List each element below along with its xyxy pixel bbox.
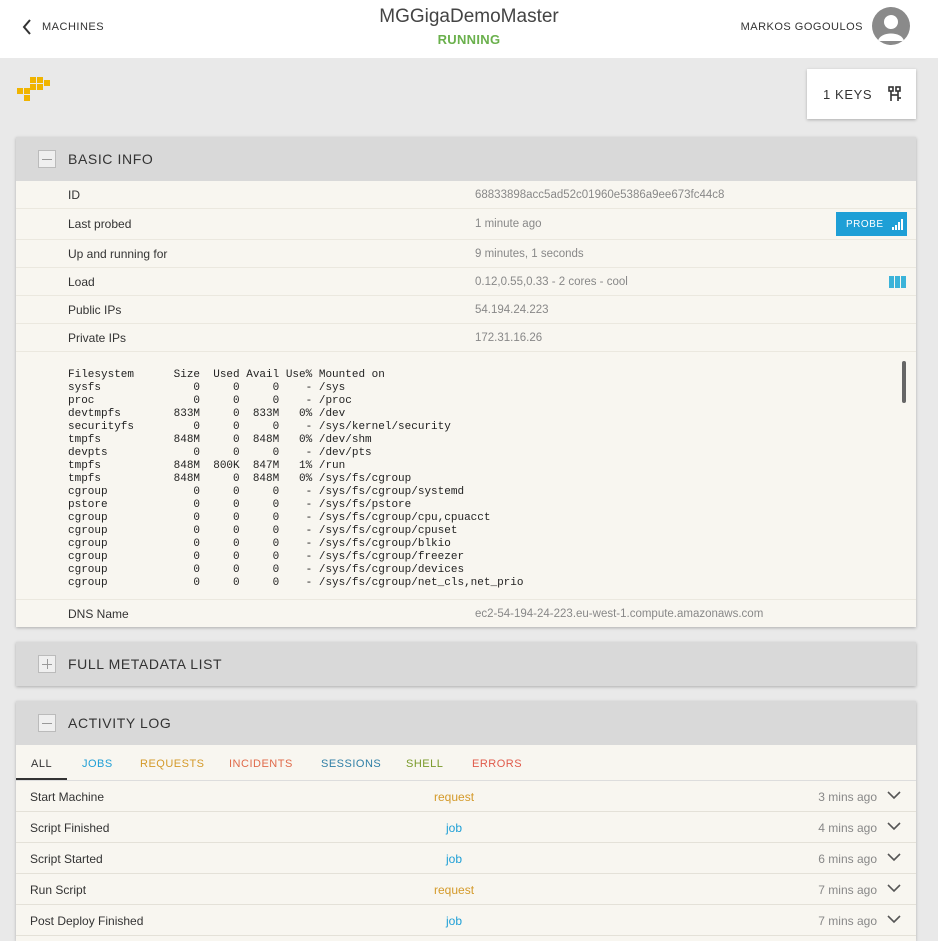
info-key: Private IPs bbox=[68, 330, 127, 345]
basic-info-title: BASIC INFO bbox=[68, 151, 154, 167]
log-time: 4 mins ago bbox=[818, 821, 877, 835]
info-value: 68833898acc5ad52c01960e5386a9ee673fc44c8 bbox=[475, 188, 725, 201]
collapse-icon[interactable] bbox=[38, 150, 56, 168]
keys-label: 1 KEYS bbox=[823, 86, 873, 102]
info-key: Load bbox=[68, 274, 95, 289]
top-bar: MACHINES MGGigaDemoMaster RUNNING MARKOS… bbox=[0, 0, 938, 58]
df-line: cgroup 0 0 0 - /sys/fs/cgroup/blkio bbox=[68, 538, 451, 550]
info-row-private-ips: Private IPs 172.31.16.26 bbox=[16, 324, 916, 352]
df-line: cgroup 0 0 0 - /sys/fs/cgroup/devices bbox=[68, 564, 465, 576]
info-row-load: Load 0.12,0.55,0.33 - 2 cores - cool bbox=[16, 268, 916, 296]
log-name: Script Started bbox=[30, 852, 103, 866]
df-line: cgroup 0 0 0 - /sys/fs/cgroup/cpuset bbox=[68, 525, 458, 537]
info-value: 0.12,0.55,0.33 - 2 cores - cool bbox=[475, 275, 628, 288]
log-time: 7 mins ago bbox=[818, 883, 877, 897]
info-key: Up and running for bbox=[68, 246, 168, 261]
log-time: 6 mins ago bbox=[818, 852, 877, 866]
aws-logo-icon bbox=[17, 77, 50, 101]
log-type: job bbox=[446, 821, 463, 835]
log-row[interactable]: Run Script request 7 mins ago bbox=[16, 874, 916, 905]
info-key: Last probed bbox=[68, 217, 132, 231]
log-type: request bbox=[434, 883, 475, 897]
metadata-title: FULL METADATA LIST bbox=[68, 656, 223, 672]
machine-status: RUNNING bbox=[437, 32, 501, 47]
log-row[interactable]: Script Finished job 4 mins ago bbox=[16, 812, 916, 843]
log-type: job bbox=[446, 852, 463, 866]
probe-label: PROBE bbox=[846, 218, 884, 230]
activity-log-title: ACTIVITY LOG bbox=[68, 715, 172, 731]
log-type: request bbox=[434, 790, 475, 804]
info-key: Public IPs bbox=[68, 302, 122, 317]
active-tab-indicator bbox=[16, 778, 67, 780]
log-name: Run Script bbox=[30, 883, 87, 897]
tab-shell[interactable]: SHELL bbox=[406, 758, 443, 770]
chevron-down-icon[interactable] bbox=[887, 853, 901, 862]
log-name: Script Finished bbox=[30, 821, 110, 835]
probe-button[interactable]: PROBE bbox=[836, 212, 907, 236]
df-line: tmpfs 848M 0 848M 0% /sys/fs/cgroup bbox=[68, 473, 412, 485]
log-row[interactable]: Post Deploy Finished job 7 mins ago bbox=[16, 905, 916, 936]
df-line: pstore 0 0 0 - /sys/fs/pstore bbox=[68, 499, 412, 511]
info-value: 54.194.24.223 bbox=[475, 303, 549, 316]
basic-info-header[interactable]: BASIC INFO bbox=[16, 137, 916, 181]
log-row[interactable]: Script Started job 6 mins ago bbox=[16, 843, 916, 874]
info-key: ID bbox=[68, 187, 80, 202]
df-line: proc 0 0 0 - /proc bbox=[68, 395, 352, 407]
tab-all[interactable]: ALL bbox=[31, 758, 52, 770]
chevron-down-icon[interactable] bbox=[887, 791, 901, 800]
metadata-header[interactable]: FULL METADATA LIST bbox=[16, 642, 916, 686]
df-line: cgroup 0 0 0 - /sys/fs/cgroup/cpu,cpuacc… bbox=[68, 512, 491, 524]
info-row-last-probed: Last probed 1 minute ago PROBE bbox=[16, 209, 916, 240]
df-line: cgroup 0 0 0 - /sys/fs/cgroup/net_cls,ne… bbox=[68, 577, 524, 589]
df-line: securityfs 0 0 0 - /sys/kernel/security bbox=[68, 421, 451, 433]
info-value: ec2-54-194-24-223.eu-west-1.compute.amaz… bbox=[475, 608, 764, 620]
log-type: job bbox=[446, 914, 463, 928]
info-row-id: ID 68833898acc5ad52c01960e5386a9ee673fc4… bbox=[16, 181, 916, 209]
activity-tabs: ALL JOBS REQUESTS INCIDENTS SESSIONS SHE… bbox=[16, 745, 916, 781]
avatar[interactable] bbox=[872, 7, 910, 45]
signal-icon bbox=[891, 218, 903, 230]
log-time: 7 mins ago bbox=[818, 914, 877, 928]
df-line: cgroup 0 0 0 - /sys/fs/cgroup/freezer bbox=[68, 551, 465, 563]
df-line: cgroup 0 0 0 - /sys/fs/cgroup/systemd bbox=[68, 486, 465, 498]
scrollbar-thumb[interactable] bbox=[902, 361, 906, 403]
activity-log-header[interactable]: ACTIVITY LOG bbox=[16, 701, 916, 745]
info-row-dns: DNS Name ec2-54-194-24-223.eu-west-1.com… bbox=[16, 600, 916, 628]
chevron-down-icon[interactable] bbox=[887, 884, 901, 893]
collapse-icon[interactable] bbox=[38, 714, 56, 732]
chevron-down-icon[interactable] bbox=[887, 915, 901, 924]
user-name[interactable]: MARKOS GOGOULOS bbox=[741, 21, 863, 33]
keys-button[interactable]: 1 KEYS bbox=[807, 69, 916, 119]
expand-icon[interactable] bbox=[38, 655, 56, 673]
df-line: tmpfs 848M 800K 847M 1% /run bbox=[68, 460, 346, 472]
tab-sessions[interactable]: SESSIONS bbox=[321, 758, 381, 770]
df-line: devpts 0 0 0 - /dev/pts bbox=[68, 447, 372, 459]
info-row-public-ips: Public IPs 54.194.24.223 bbox=[16, 296, 916, 324]
log-name: Post Deploy Finished bbox=[30, 914, 144, 928]
user-icon bbox=[878, 15, 904, 41]
load-graph-icon[interactable] bbox=[889, 276, 907, 288]
tab-requests[interactable]: REQUESTS bbox=[140, 758, 205, 770]
metadata-panel: FULL METADATA LIST bbox=[16, 642, 916, 686]
log-name: Start Machine bbox=[30, 790, 105, 804]
df-line: devtmpfs 833M 0 833M 0% /dev bbox=[68, 408, 346, 420]
log-row[interactable]: Start Machine request 3 mins ago bbox=[16, 781, 916, 812]
basic-info-panel: BASIC INFO ID 68833898acc5ad52c01960e538… bbox=[16, 137, 916, 627]
df-line: sysfs 0 0 0 - /sys bbox=[68, 382, 346, 394]
df-line: tmpfs 848M 0 848M 0% /dev/shm bbox=[68, 434, 372, 446]
log-time: 3 mins ago bbox=[818, 790, 877, 804]
activity-log-panel: ACTIVITY LOG ALL JOBS REQUESTS INCIDENTS… bbox=[16, 701, 916, 941]
info-key: DNS Name bbox=[68, 607, 129, 621]
tab-jobs[interactable]: JOBS bbox=[82, 758, 113, 770]
tab-errors[interactable]: ERRORS bbox=[472, 758, 522, 770]
info-value: 9 minutes, 1 seconds bbox=[475, 247, 584, 260]
info-value: 1 minute ago bbox=[475, 218, 542, 230]
df-line: Filesystem Size Used Avail Use% Mounted … bbox=[68, 369, 385, 381]
disk-usage-output[interactable]: Filesystem Size Used Avail Use% Mounted … bbox=[16, 352, 916, 600]
key-icon bbox=[888, 86, 902, 101]
info-row-uptime: Up and running for 9 minutes, 1 seconds bbox=[16, 240, 916, 268]
chevron-down-icon[interactable] bbox=[887, 822, 901, 831]
tab-incidents[interactable]: INCIDENTS bbox=[229, 758, 293, 770]
info-value: 172.31.16.26 bbox=[475, 331, 543, 344]
